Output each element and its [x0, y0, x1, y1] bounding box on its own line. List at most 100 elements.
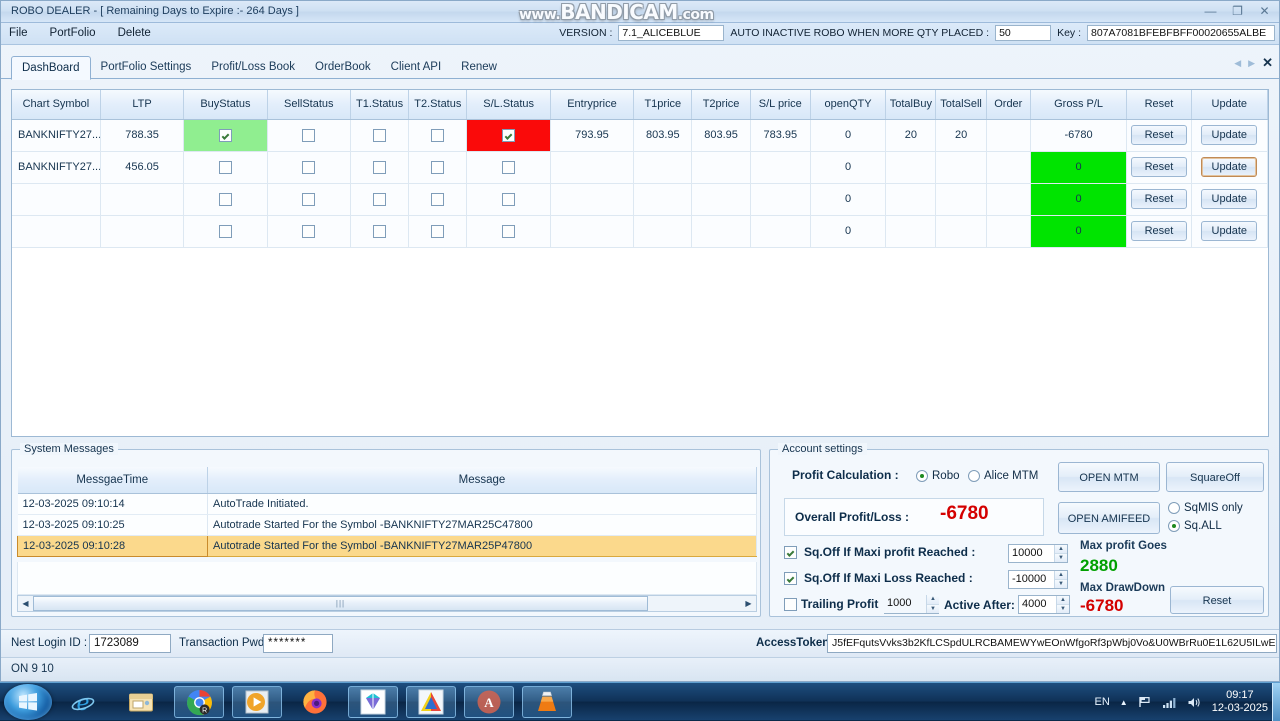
- taskbar-media-player-icon[interactable]: [232, 686, 282, 718]
- table-row[interactable]: BANKNIFTY27... 788.35 793.95 803.95 803.95 78…: [12, 119, 1269, 152]
- max-profit-spinner[interactable]: 10000 ▲ ▼: [1008, 544, 1068, 563]
- cell-t2status-checkbox[interactable]: [431, 224, 445, 238]
- radio-alice-mtm[interactable]: Alice MTM: [968, 470, 1038, 482]
- cell-sellstatus[interactable]: [267, 119, 351, 152]
- max-loss-reached-checkbox[interactable]: [784, 571, 797, 585]
- cell-buystatus[interactable]: [183, 215, 268, 248]
- column-header-buystatus[interactable]: BuyStatus: [183, 90, 268, 120]
- max-loss-spin-arrows[interactable]: ▲ ▼: [1054, 571, 1067, 588]
- cell-buystatus-checkbox[interactable]: [218, 128, 232, 142]
- cell-t1status[interactable]: [350, 119, 410, 152]
- cell-slstatus-checkbox[interactable]: [502, 192, 516, 206]
- cell-sellstatus[interactable]: [267, 183, 351, 216]
- cell-sellstatus[interactable]: [267, 151, 351, 184]
- transaction-pwd-input[interactable]: *******: [263, 634, 333, 653]
- column-header-t1price[interactable]: T1price: [633, 90, 693, 120]
- cell-buystatus[interactable]: [183, 119, 268, 152]
- language-indicator[interactable]: EN: [1095, 696, 1110, 708]
- taskbar-vlc-icon[interactable]: [522, 686, 572, 718]
- column-header-chart-symbol[interactable]: Chart Symbol: [12, 90, 101, 120]
- tab-orderbook[interactable]: OrderBook: [305, 56, 381, 79]
- max-loss-value[interactable]: -10000: [1009, 571, 1054, 588]
- radio-sq-all[interactable]: Sq.ALL: [1168, 520, 1222, 532]
- open-amifeed-button[interactable]: OPEN AMIFEED: [1058, 502, 1160, 534]
- max-profit-reached-checkbox[interactable]: [784, 545, 797, 559]
- cell-sellstatus[interactable]: [267, 215, 351, 248]
- spin-down-icon[interactable]: ▼: [1055, 554, 1067, 562]
- row-reset-button[interactable]: Reset: [1130, 125, 1187, 145]
- tab-portfolio-settings[interactable]: PortFolio Settings: [91, 56, 202, 79]
- spin-up-icon[interactable]: ▲: [1055, 545, 1067, 554]
- spin-down-icon[interactable]: ▼: [927, 604, 939, 613]
- spin-up-icon[interactable]: ▲: [927, 595, 939, 605]
- scroll-left-icon[interactable]: ◀: [18, 599, 33, 608]
- menu-item-file[interactable]: File: [9, 27, 28, 39]
- taskbar-internet-explorer-icon[interactable]: e: [58, 686, 108, 718]
- cell-buystatus[interactable]: [183, 151, 268, 184]
- cell-slstatus[interactable]: [466, 215, 551, 248]
- cell-t1status-checkbox[interactable]: [373, 192, 387, 206]
- cell-t1status[interactable]: [350, 215, 410, 248]
- tab-client-api[interactable]: Client API: [381, 56, 452, 79]
- cell-buystatus[interactable]: [183, 183, 268, 216]
- cell-t1status[interactable]: [350, 151, 410, 184]
- column-header-update[interactable]: Update: [1191, 90, 1269, 120]
- cell-t2status-checkbox[interactable]: [431, 192, 445, 206]
- message-row[interactable]: 12-03-2025 09:10:25 Autotrade Started For…: [17, 514, 757, 536]
- max-loss-reached-row[interactable]: Sq.Off If Maxi Loss Reached :: [784, 571, 973, 585]
- cell-t2status[interactable]: [408, 215, 468, 248]
- table-row[interactable]: 0 0 Reset Update: [12, 183, 1269, 216]
- active-after-spinner[interactable]: 4000 ▲ ▼: [1018, 595, 1070, 614]
- spin-up-icon[interactable]: ▲: [1055, 571, 1067, 580]
- cell-t1status[interactable]: [350, 183, 410, 216]
- trailing-spin-arrows[interactable]: ▲ ▼: [926, 595, 939, 613]
- row-reset-button[interactable]: Reset: [1130, 189, 1187, 209]
- radio-sq-all-icon[interactable]: [1168, 520, 1180, 532]
- cell-t2status[interactable]: [408, 119, 468, 152]
- cell-slstatus[interactable]: [466, 119, 551, 152]
- radio-sqmis-only[interactable]: SqMIS only: [1168, 502, 1243, 514]
- radio-robo-icon[interactable]: [916, 470, 928, 482]
- menu-item-delete[interactable]: Delete: [118, 27, 151, 39]
- column-header-totalsell[interactable]: TotalSell: [935, 90, 987, 120]
- row-update-button[interactable]: Update: [1201, 189, 1258, 209]
- tab-prev-icon[interactable]: ◀: [1234, 58, 1241, 69]
- scroll-right-icon[interactable]: ▶: [741, 599, 756, 608]
- taskbar-firefox-icon[interactable]: [290, 686, 340, 718]
- cell-buystatus-checkbox[interactable]: [218, 224, 232, 238]
- trailing-profit-row[interactable]: Trailing Profit: [784, 597, 878, 611]
- tab-renew[interactable]: Renew: [451, 56, 507, 79]
- message-row[interactable]: 12-03-2025 09:10:28 Autotrade Started For…: [17, 534, 757, 557]
- cell-sellstatus-checkbox[interactable]: [302, 160, 316, 174]
- trailing-profit-spinner[interactable]: 1000 ▲ ▼: [884, 595, 939, 614]
- open-mtm-button[interactable]: OPEN MTM: [1058, 462, 1160, 492]
- column-header-t1-status[interactable]: T1.Status: [350, 90, 410, 120]
- column-header-s-l-price[interactable]: S/L price: [750, 90, 811, 120]
- column-header-ltp[interactable]: LTP: [100, 90, 185, 120]
- scroll-thumb[interactable]: |||: [33, 596, 648, 611]
- column-header-message[interactable]: Message: [207, 467, 757, 494]
- nest-login-input[interactable]: 1723089: [89, 634, 171, 653]
- max-profit-spin-arrows[interactable]: ▲ ▼: [1054, 545, 1067, 562]
- cell-t1status-checkbox[interactable]: [373, 160, 387, 174]
- cell-sellstatus-checkbox[interactable]: [302, 128, 316, 142]
- show-hidden-icons-icon[interactable]: ▲: [1120, 698, 1128, 707]
- cell-buystatus-checkbox[interactable]: [218, 160, 232, 174]
- taskbar-chrome-icon[interactable]: R: [174, 686, 224, 718]
- column-header-order[interactable]: Order: [986, 90, 1031, 120]
- access-token-input[interactable]: J5fEFqutsVvks3b2KfLCSpdULRCBAMEWYwEOnWfg…: [827, 634, 1277, 653]
- column-header-sellstatus[interactable]: SellStatus: [267, 90, 351, 120]
- auto-inactive-qty-input[interactable]: 50: [995, 25, 1052, 41]
- column-header-t2-status[interactable]: T2.Status: [408, 90, 468, 120]
- column-header-reset[interactable]: Reset: [1126, 90, 1192, 120]
- active-after-spin-arrows[interactable]: ▲ ▼: [1056, 596, 1069, 613]
- row-reset-button[interactable]: Reset: [1130, 221, 1187, 241]
- tab-close-icon[interactable]: ✕: [1262, 55, 1273, 71]
- radio-sqmis-only-icon[interactable]: [1168, 502, 1180, 514]
- network-signal-icon[interactable]: [1162, 696, 1177, 709]
- column-header-s-l-status[interactable]: S/L.Status: [466, 90, 551, 120]
- cell-slstatus-checkbox[interactable]: [502, 128, 516, 142]
- column-header-totalbuy[interactable]: TotalBuy: [885, 90, 937, 120]
- start-orb-icon[interactable]: [4, 684, 52, 720]
- radio-alice-mtm-icon[interactable]: [968, 470, 980, 482]
